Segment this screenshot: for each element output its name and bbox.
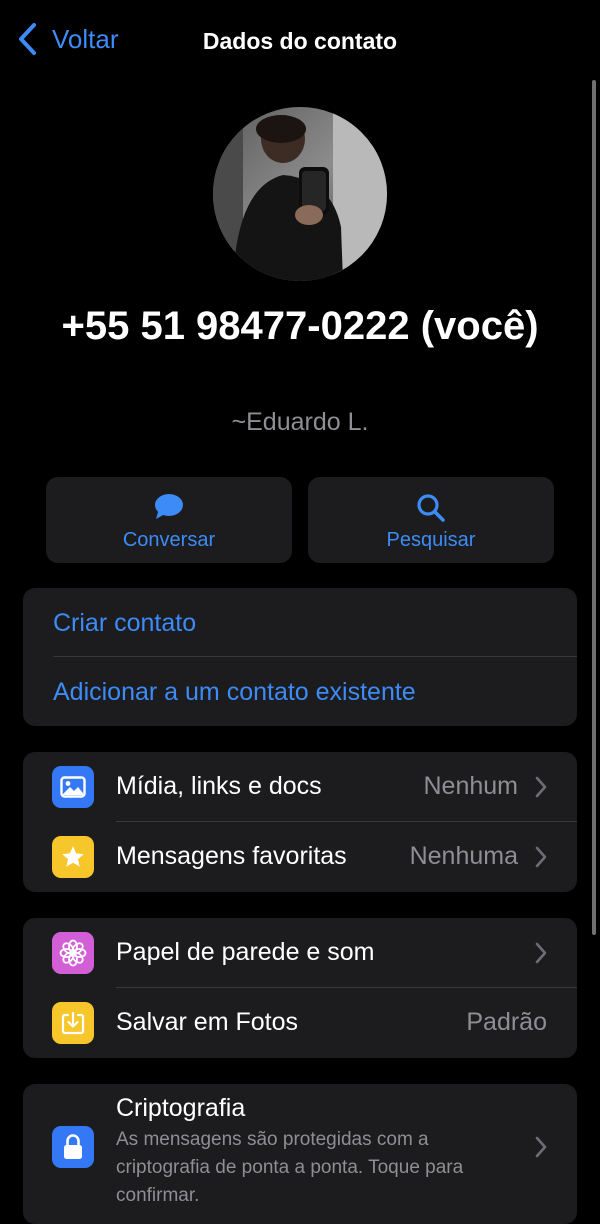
media-links-docs-label: Mídia, links e docs <box>116 772 322 800</box>
encryption-description: As mensagens são protegidas com a cripto… <box>116 1129 464 1206</box>
avatar[interactable] <box>213 107 387 281</box>
save-to-photos-row[interactable]: Salvar em Fotos Padrão <box>23 988 577 1058</box>
media-count-value: Nenhum <box>423 772 519 800</box>
avatar-photo <box>213 107 387 281</box>
chat-bubble-icon <box>155 494 183 519</box>
media-card: Mídia, links e docs Nenhum Mensagens fav… <box>23 752 577 892</box>
chat-button-label: Conversar <box>122 529 216 551</box>
search-button-label: Pesquisar <box>386 529 476 551</box>
encryption-card[interactable]: Criptografia As mensagens são protegidas… <box>23 1084 577 1224</box>
starred-messages-label: Mensagens favoritas <box>116 842 347 870</box>
chevron-right-icon <box>535 942 547 964</box>
starred-messages-row[interactable]: Mensagens favoritas Nenhuma <box>23 822 577 892</box>
chevron-right-icon <box>535 1136 547 1158</box>
media-links-docs-row[interactable]: Mídia, links e docs Nenhum <box>23 752 577 822</box>
flower-icon <box>52 932 94 974</box>
encryption-title: Criptografia <box>116 1094 246 1122</box>
navigation-bar: Voltar Dados do contato <box>0 0 600 82</box>
chat-button[interactable]: Conversar <box>46 477 292 563</box>
photo-icon <box>52 766 94 808</box>
create-contact-row[interactable]: Criar contato <box>23 588 577 657</box>
starred-count-value: Nenhuma <box>409 842 518 870</box>
wallpaper-sound-row[interactable]: Papel de parede e som <box>23 918 577 988</box>
star-icon <box>52 836 94 878</box>
contact-alias: ~Eduardo L. <box>231 408 369 436</box>
scrollbar[interactable] <box>592 80 596 935</box>
contact-options-card: Criar contato Adicionar a um contato exi… <box>23 588 577 726</box>
search-button[interactable]: Pesquisar <box>308 477 554 563</box>
create-contact-link[interactable]: Criar contato <box>53 609 196 638</box>
search-icon <box>417 494 445 522</box>
wallpaper-sound-label: Papel de parede e som <box>116 938 375 966</box>
save-to-photos-label: Salvar em Fotos <box>116 1008 299 1036</box>
chevron-right-icon <box>535 846 547 868</box>
contact-phone-name: +55 51 98477-0222 (você) <box>61 304 539 348</box>
add-existing-contact-row[interactable]: Adicionar a um contato existente <box>23 657 577 726</box>
save-download-icon <box>52 1002 94 1044</box>
chevron-right-icon <box>535 776 547 798</box>
lock-icon <box>52 1126 94 1168</box>
add-existing-contact-link[interactable]: Adicionar a um contato existente <box>53 678 416 707</box>
page-title: Dados do contato <box>202 28 398 54</box>
save-to-photos-value: Padrão <box>466 1008 547 1036</box>
settings-card: Papel de parede e som Salvar em Fotos Pa… <box>23 918 577 1058</box>
